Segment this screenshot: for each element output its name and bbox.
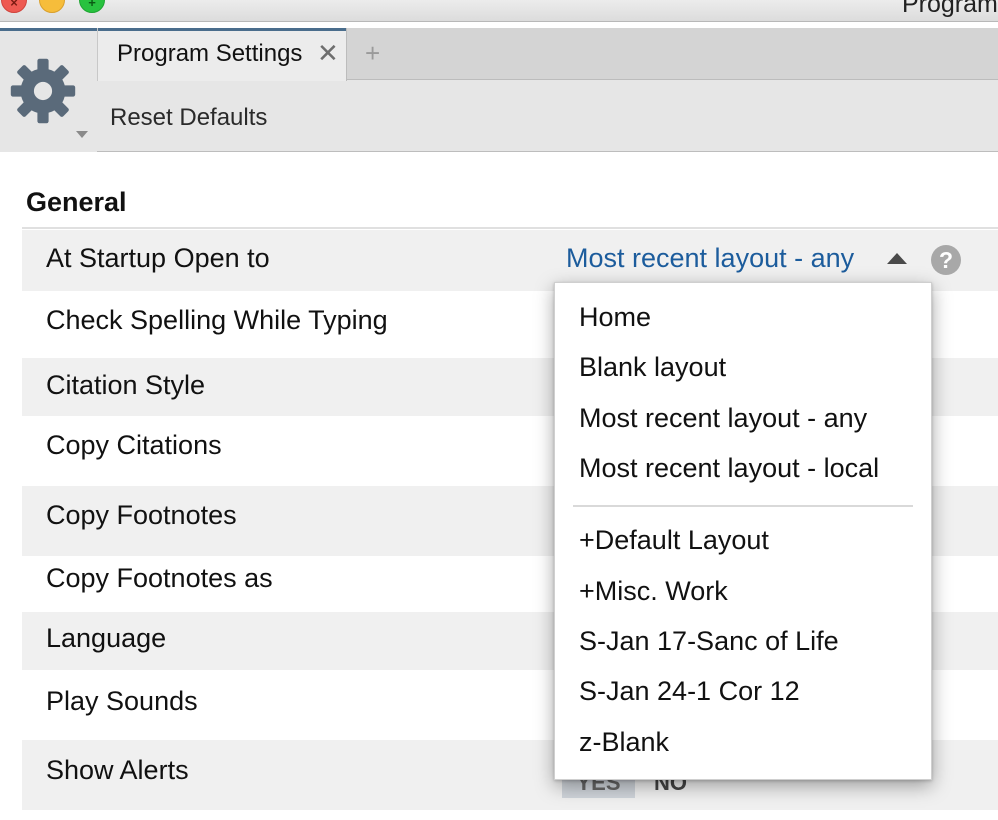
setting-label: Check Spelling While Typing xyxy=(46,305,388,335)
menu-item-most-recent-local[interactable]: Most recent layout - local xyxy=(579,453,879,484)
tab-strip: Program Settings ✕ + xyxy=(97,28,998,81)
close-window-button[interactable]: × xyxy=(1,0,27,13)
close-tab-icon[interactable]: ✕ xyxy=(317,40,339,66)
chevron-down-icon xyxy=(76,131,88,138)
menu-item-default-layout[interactable]: +Default Layout xyxy=(579,525,769,556)
divider xyxy=(22,227,998,229)
close-window-icon: × xyxy=(10,0,18,10)
settings-menu-button[interactable] xyxy=(0,28,97,152)
add-tab-icon[interactable]: + xyxy=(365,40,380,66)
menu-item-blank-layout[interactable]: Blank layout xyxy=(579,352,726,383)
chevron-up-icon[interactable] xyxy=(887,253,907,264)
startup-select[interactable]: Most recent layout - any xyxy=(566,243,854,274)
menu-item-z-blank[interactable]: z-Blank xyxy=(579,727,669,758)
setting-label: Copy Footnotes as xyxy=(46,563,273,593)
minimize-window-button[interactable] xyxy=(39,0,65,13)
menu-item-misc-work[interactable]: +Misc. Work xyxy=(579,576,728,607)
setting-label: At Startup Open to xyxy=(46,243,270,273)
setting-label: Show Alerts xyxy=(46,755,189,785)
menu-separator xyxy=(573,505,913,507)
zoom-window-button[interactable]: + xyxy=(79,0,105,13)
setting-label: Citation Style xyxy=(46,370,206,400)
help-icon[interactable]: ? xyxy=(931,245,961,275)
menu-item-home[interactable]: Home xyxy=(579,302,651,333)
app-window: × + Program Program Settings ✕ + Reset D… xyxy=(0,0,998,820)
menu-item-s-jan-17[interactable]: S-Jan 17-Sanc of Life xyxy=(579,626,839,657)
setting-label: Copy Footnotes xyxy=(46,500,237,530)
window-title: Program xyxy=(902,0,998,18)
gear-icon xyxy=(10,58,76,124)
setting-label: Copy Citations xyxy=(46,430,222,460)
startup-dropdown-menu: Home Blank layout Most recent layout - a… xyxy=(554,282,932,780)
tab-program-settings[interactable]: Program Settings ✕ xyxy=(97,28,347,81)
zoom-window-icon: + xyxy=(88,0,96,10)
tab-label: Program Settings xyxy=(117,40,303,67)
menu-item-s-jan-24[interactable]: S-Jan 24-1 Cor 12 xyxy=(579,676,800,707)
menu-item-most-recent-any[interactable]: Most recent layout - any xyxy=(579,403,867,434)
toolbar: Program Settings ✕ + Reset Defaults xyxy=(0,28,998,152)
section-title: General xyxy=(26,187,127,217)
setting-label: Play Sounds xyxy=(46,686,198,716)
setting-label: Language xyxy=(46,623,167,653)
reset-defaults-button[interactable]: Reset Defaults xyxy=(110,104,267,132)
title-bar: × + Program xyxy=(0,0,998,22)
